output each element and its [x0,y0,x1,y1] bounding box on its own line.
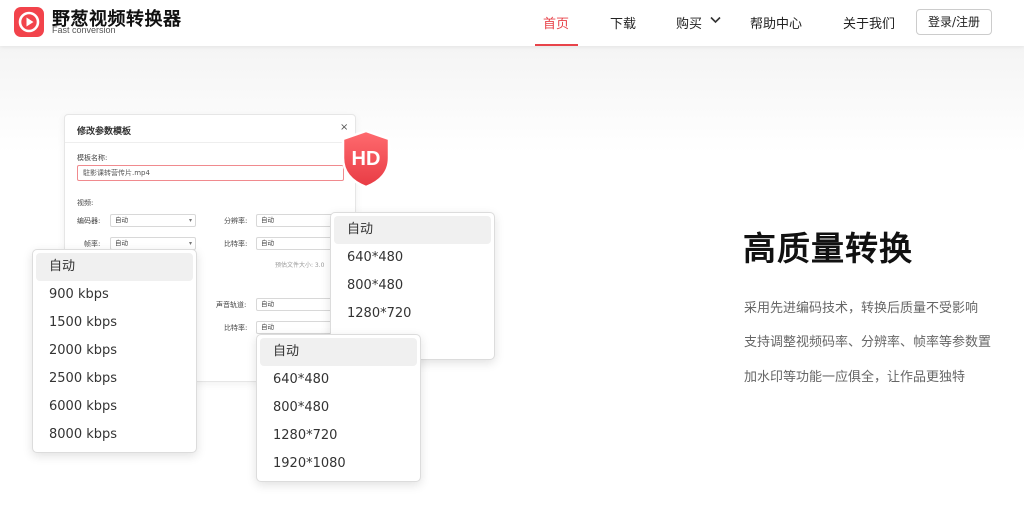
app-logo-icon[interactable] [14,7,44,37]
nav-item-help[interactable]: 帮助中心 [750,13,802,32]
dropdown-option[interactable]: 1280*720 [260,422,417,450]
bitrate-label: 比特率: [224,240,248,248]
dropdown-option[interactable]: 1500 kbps [36,309,193,337]
file-size-hint: 预估文件大小: 3.0 [275,262,325,269]
dropdown-option[interactable]: 2500 kbps [36,365,193,393]
dialog-divider [65,142,355,143]
nav-item-home[interactable]: 首页 [543,13,569,32]
resolution-value: 自动 [261,216,274,224]
resolution-dropdown-bottom: 自动 640*480 800*480 1280*720 1920*1080 [256,334,421,482]
feature-line-3: 加水印等功能一应俱全，让作品更独特 [744,370,966,385]
login-register-button[interactable]: 登录/注册 [916,9,992,35]
top-navbar: 野葱视频转换器 Fast conversion 首页 下载 购买 帮助中心 关于… [0,0,1024,46]
dropdown-option[interactable]: 6000 kbps [36,393,193,421]
hd-badge-label: HD [352,148,381,170]
audio-bitrate-value: 自动 [261,323,274,331]
feature-line-1: 采用先进编码技术，转换后质量不受影响 [744,301,979,316]
dropdown-option[interactable]: 自动 [334,216,491,244]
feature-title: 高质量转换 [743,229,913,268]
dropdown-option[interactable]: 800*480 [260,394,417,422]
nav-item-about[interactable]: 关于我们 [843,13,895,32]
nav-active-indicator [535,44,578,46]
dropdown-option[interactable]: 1280*720 [334,300,491,328]
encoder-label: 编码器: [77,217,101,225]
caret-down-icon: ▾ [188,217,192,224]
bitrate-dropdown: 自动 900 kbps 1500 kbps 2000 kbps 2500 kbp… [32,249,197,453]
resolution-label: 分辨率: [224,217,248,225]
hd-shield-icon: HD [341,129,391,189]
framerate-label: 帧率: [84,240,101,248]
resolution-select[interactable]: 自动 [256,214,336,227]
template-name-label: 模板名称: [77,154,108,162]
audio-track-value: 自动 [261,300,274,308]
dropdown-option[interactable]: 8000 kbps [36,421,193,449]
bitrate-select[interactable]: 自动 [256,237,336,250]
encoder-select[interactable]: 自动 ▾ [110,214,196,227]
dropdown-option[interactable]: 640*480 [260,366,417,394]
encoder-value: 自动 [115,216,128,224]
dropdown-option[interactable]: 640*480 [334,244,491,272]
feature-line-2: 支持调整视频码率、分辨率、帧率等参数置 [744,335,992,350]
dropdown-option[interactable]: 1920*1080 [260,450,417,478]
bitrate-value: 自动 [261,239,274,247]
audio-track-select[interactable]: 自动 [256,298,336,311]
audio-bitrate-label: 比特率: [224,324,248,332]
dropdown-option[interactable]: 900 kbps [36,281,193,309]
dropdown-option[interactable]: 2000 kbps [36,337,193,365]
audio-bitrate-select[interactable]: 自动 [256,321,336,334]
chevron-down-icon[interactable] [710,16,721,24]
template-name-input[interactable]: 駐影课转营传片.mp4 [77,165,344,181]
dropdown-option[interactable]: 自动 [260,338,417,366]
caret-down-icon: ▾ [188,240,192,247]
framerate-value: 自动 [115,239,128,247]
dropdown-option[interactable]: 800*480 [334,272,491,300]
dialog-title: 修改参数模板 [77,127,132,137]
nav-item-download[interactable]: 下载 [610,13,636,32]
audio-track-label: 声音轨道: [216,301,247,309]
brand-subtitle: Fast conversion [52,25,116,35]
dropdown-option[interactable]: 自动 [36,253,193,281]
nav-item-buy[interactable]: 购买 [676,13,702,32]
video-section-label: 视频: [77,199,94,207]
